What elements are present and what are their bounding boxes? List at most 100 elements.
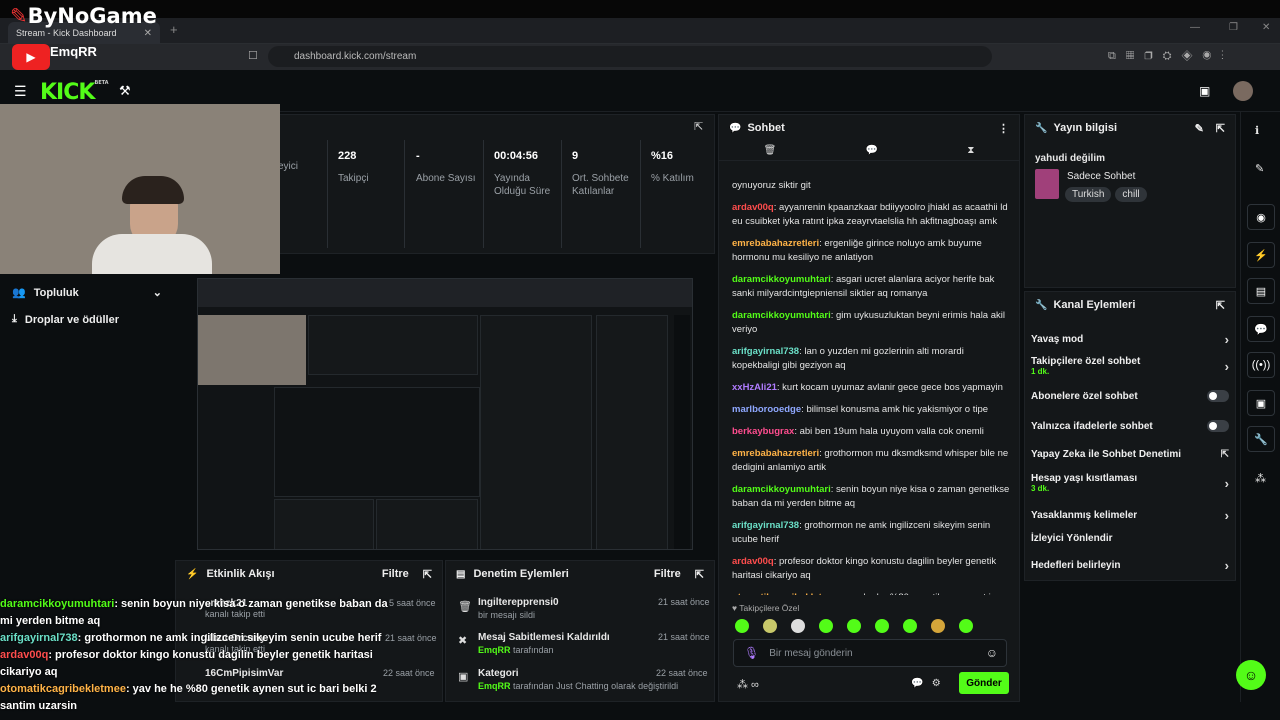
emote-icon[interactable] [791,619,805,633]
chat-username[interactable]: berkaybugrax [732,426,794,437]
bolt-icon[interactable]: ⚡ [1247,242,1275,268]
chat-username[interactable]: daramcikkoyumuhtari [732,274,831,285]
chat-text: kurt kocam uyumaz avlanir gece gece bos … [782,382,1003,393]
help-chat-button[interactable]: ☺ [1236,660,1266,690]
menu-icon[interactable]: ☰ [14,83,27,100]
avatar[interactable] [1233,81,1253,101]
follower-only-label: Takipçilere Özel [739,603,800,613]
chat-username[interactable]: arifgayirnal738 [732,346,799,357]
channel-action-row[interactable]: Yasaklanmış kelimeler › [1031,508,1229,523]
close-window-icon[interactable]: ✕ [1262,22,1270,33]
moderator-name[interactable]: EmqRR [478,681,511,691]
moderator-name[interactable]: EmqRR [478,645,511,655]
popout-icon[interactable]: ⇱ [695,568,704,581]
send-button[interactable]: Gönder [959,672,1009,694]
chat-username[interactable]: daramcikkoyumuhtari [732,484,831,495]
chat-username[interactable]: otomatikcagribekletmee [732,592,841,595]
chat-settings-icons[interactable]: 💬 ⚙ [911,678,941,689]
camera-icon[interactable]: ◉ [1247,204,1275,230]
emote-icon[interactable] [735,619,749,633]
chat-username[interactable]: emrebabahazretleri [732,448,819,459]
edit-icon[interactable]: ✎ [1255,162,1264,175]
chevron-right-icon: › [1224,358,1229,374]
channel-action-label: Yalnızca ifadelerle sohbet [1031,420,1153,432]
document-icon[interactable]: ▤ [1247,278,1275,304]
edit-icon[interactable]: ✎ [1195,122,1204,135]
chevron-right-icon: › [1224,332,1229,347]
wrench-icon[interactable]: 🔧 [1247,426,1275,452]
channel-action-label: Yavaş mod [1031,334,1084,345]
tab-title: Stream - Kick Dashboard [16,28,117,38]
stream-chat-overlay: daramcikkoyumuhtari: senin boyun niye ki… [0,596,388,715]
hourglass-icon[interactable]: ⧗ [967,145,974,156]
chat-username[interactable]: emrebabahazretleri [732,238,819,249]
emote-icon[interactable] [847,619,861,633]
popout-icon[interactable]: ⇱ [1216,299,1225,312]
bookmark-icon[interactable]: ☐ [248,49,258,62]
channel-action-row[interactable]: Takipçilere özel sohbet 1 dk. › [1031,356,1229,376]
apps-icon[interactable]: ⁂ [1255,472,1266,485]
nav-label: Droplar ve ödüller [24,313,120,326]
stream-category[interactable]: Sadece Sohbet [1067,171,1135,182]
minimize-icon[interactable]: — [1190,22,1200,33]
trash-icon[interactable]: 🗑 [764,145,777,156]
info-icon[interactable]: ℹ [1255,124,1259,137]
kick-logo[interactable]: KICKBETA [40,80,109,105]
channel-action-row[interactable]: Hedefleri belirleyin › [1031,558,1229,573]
new-tab-icon[interactable]: + [170,22,178,37]
channel-action-row[interactable]: Hesap yaşı kısıtlaması 3 dk. › [1031,473,1229,493]
channel-action-row[interactable]: Yalnızca ifadelerle sohbet [1031,420,1229,432]
chat-username[interactable]: ardav00q [732,556,774,567]
emote-icon[interactable] [959,619,973,633]
tag-chip[interactable]: Turkish [1065,187,1112,202]
points-icon[interactable]: ⁂ ∞ [737,678,759,691]
layout-icon[interactable]: ▣ [1247,390,1275,416]
channel-action-row[interactable]: Abonelere özel sohbet [1031,390,1229,402]
nav-topluluk[interactable]: 👥 Topluluk ⌄ [12,286,162,300]
category-thumbnail [1035,169,1059,199]
channel-action-row[interactable]: İzleyici Yönlendir [1031,533,1229,544]
tools-icon[interactable]: ⚒ [119,83,131,99]
toggle-switch[interactable] [1207,390,1229,402]
emote-icon[interactable] [819,619,833,633]
broadcast-icon[interactable]: ((•)) [1247,352,1275,378]
emoji-icon[interactable]: ☺ [986,646,998,660]
emote-icon[interactable] [931,619,945,633]
microphone-icon[interactable]: 🎙 [744,646,759,660]
chat-input[interactable]: 🎙 Bir mesaj gönderin ☺ [733,639,1007,667]
stream-icon[interactable]: ▣ [1199,84,1210,98]
toggle-switch[interactable] [1207,420,1229,432]
channel-action-value: 3 dk. [1031,484,1050,493]
wrench-icon: 🔧 [1035,122,1048,134]
chat-icon[interactable]: 💬 [1247,316,1275,342]
chat-username[interactable]: daramcikkoyumuhtari [732,310,831,321]
emote-icon[interactable] [903,619,917,633]
close-tab-icon[interactable]: ✕ [144,28,152,39]
chat-username[interactable]: ardav00q [732,202,774,213]
restore-icon[interactable]: ❐ [1229,22,1238,33]
chat-message: oynuyoruz siktir git [732,179,1010,193]
chat-username[interactable]: xxHzAli21 [732,382,777,393]
popout-icon[interactable]: ⇱ [423,568,432,581]
moderation-item-desc: bir mesajı sildi [478,610,536,620]
activity-filter-button[interactable]: Filtre [382,568,409,580]
moderation-item-title: Ingilterepprensi0 [478,597,559,608]
moderation-filter-button[interactable]: Filtre [654,568,681,580]
emote-icon[interactable] [763,619,777,633]
popout-icon[interactable]: ⇱ [694,120,703,133]
channel-action-row[interactable]: Yapay Zeka ile Sohbet Denetimi ⇱ [1031,449,1229,460]
nav-label: Topluluk [33,286,79,299]
url-field[interactable]: dashboard.kick.com/stream [268,46,992,67]
nav-drops[interactable]: ⤓ Droplar ve ödüller [12,313,119,326]
browser-extension-icons[interactable]: ⧉▦❒⛭◈◉⋮ [1108,50,1234,63]
tag-chip[interactable]: chill [1115,187,1147,202]
more-icon[interactable]: ⋮ [998,122,1009,135]
chat-message: otomatikcagribekletmee: yav he he %80 ge… [732,591,1010,595]
message-icon[interactable]: 💬 [866,145,878,156]
popout-icon[interactable]: ⇱ [1216,122,1225,135]
emote-icon[interactable] [875,619,889,633]
channel-action-row[interactable]: Yavaş mod › [1031,332,1229,347]
chat-username[interactable]: arifgayirnal738 [732,520,799,531]
stream-preview [197,278,693,550]
chat-username[interactable]: marlboroоedge [732,404,801,415]
